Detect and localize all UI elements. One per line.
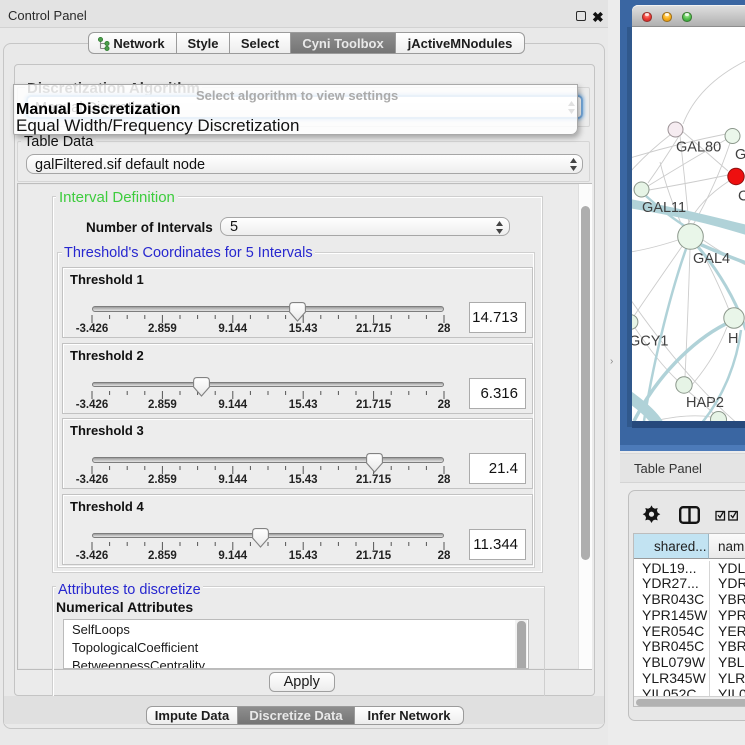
- svg-text:HAP2: HAP2: [686, 395, 724, 411]
- svg-text:GAL80: GAL80: [676, 140, 721, 156]
- svg-text:GCY1: GCY1: [632, 334, 669, 350]
- svg-text:GAL11: GAL11: [642, 200, 686, 216]
- svg-text:G.: G.: [735, 147, 745, 163]
- svg-text:C: C: [738, 189, 745, 205]
- svg-text:H: H: [728, 331, 738, 347]
- svg-text:GAL4: GAL4: [693, 251, 730, 267]
